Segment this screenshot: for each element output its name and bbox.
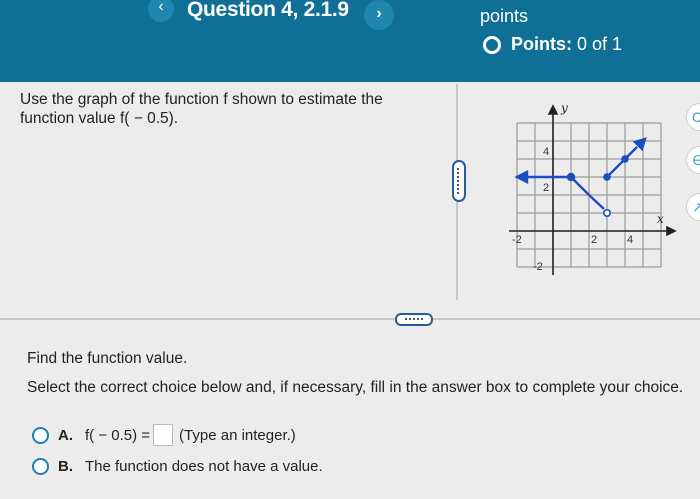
choice-a-prefix: f( − 0.5) =	[85, 426, 151, 444]
find-instruction: Find the function value.	[27, 350, 188, 367]
question-header: ‹ Question 4, 2.1.9 › points Points: 0 o…	[0, 0, 700, 82]
question-prompt: Use the graph of the function f shown to…	[20, 91, 383, 127]
choice-letter: B.	[58, 458, 73, 475]
choice-b[interactable]: B. The function does not have a value.	[32, 458, 323, 475]
points-status-value: 0 of 1	[577, 34, 623, 54]
open-endpoint	[603, 209, 612, 218]
vertical-resize-handle[interactable]	[452, 160, 466, 202]
answer-input[interactable]	[153, 424, 174, 446]
side-tool-icon[interactable]: ∈	[686, 146, 700, 174]
y-tick-label: -2	[533, 261, 543, 273]
x-axis-label: x	[657, 212, 664, 226]
points-status-label: Points:	[511, 34, 572, 54]
function-curve	[514, 137, 647, 218]
choice-letter: A.	[58, 426, 73, 444]
select-instruction: Select the correct choice below and, if …	[27, 379, 684, 396]
previous-question-button[interactable]: ‹	[148, 0, 174, 22]
closed-endpoint	[603, 173, 611, 181]
points-status: Points: 0 of 1	[483, 34, 622, 55]
left-arrow-icon	[514, 170, 529, 184]
choice-b-radio[interactable]	[32, 458, 49, 475]
horizontal-divider	[0, 318, 700, 320]
graph-axes	[509, 104, 677, 275]
choice-b-text: The function does not have a value.	[85, 458, 323, 475]
choice-a-hint: (Type an integer.)	[179, 426, 296, 444]
x-tick-label: 4	[627, 234, 633, 246]
choice-a[interactable]: A. f( − 0.5) = (Type an integer.)	[32, 424, 296, 446]
function-graph[interactable]: y x -2 2 4 4 2 -2	[505, 95, 680, 275]
x-tick-label: 2	[591, 234, 597, 246]
side-tool-icon[interactable]: C	[686, 103, 700, 131]
choice-a-radio[interactable]	[32, 426, 49, 444]
external-link-icon[interactable]: ↗	[686, 193, 700, 221]
question-title: Question 4, 2.1.9	[187, 0, 349, 21]
x-tick-label: -2	[512, 234, 522, 246]
point-marker	[621, 155, 629, 163]
horizontal-resize-handle[interactable]	[395, 313, 433, 326]
points-label: points	[480, 6, 529, 26]
y-tick-label: 2	[543, 182, 549, 194]
y-tick-label: 4	[543, 146, 549, 158]
next-question-button[interactable]: ›	[364, 0, 394, 30]
y-axis-label: y	[560, 101, 568, 115]
points-status-icon	[483, 35, 501, 54]
